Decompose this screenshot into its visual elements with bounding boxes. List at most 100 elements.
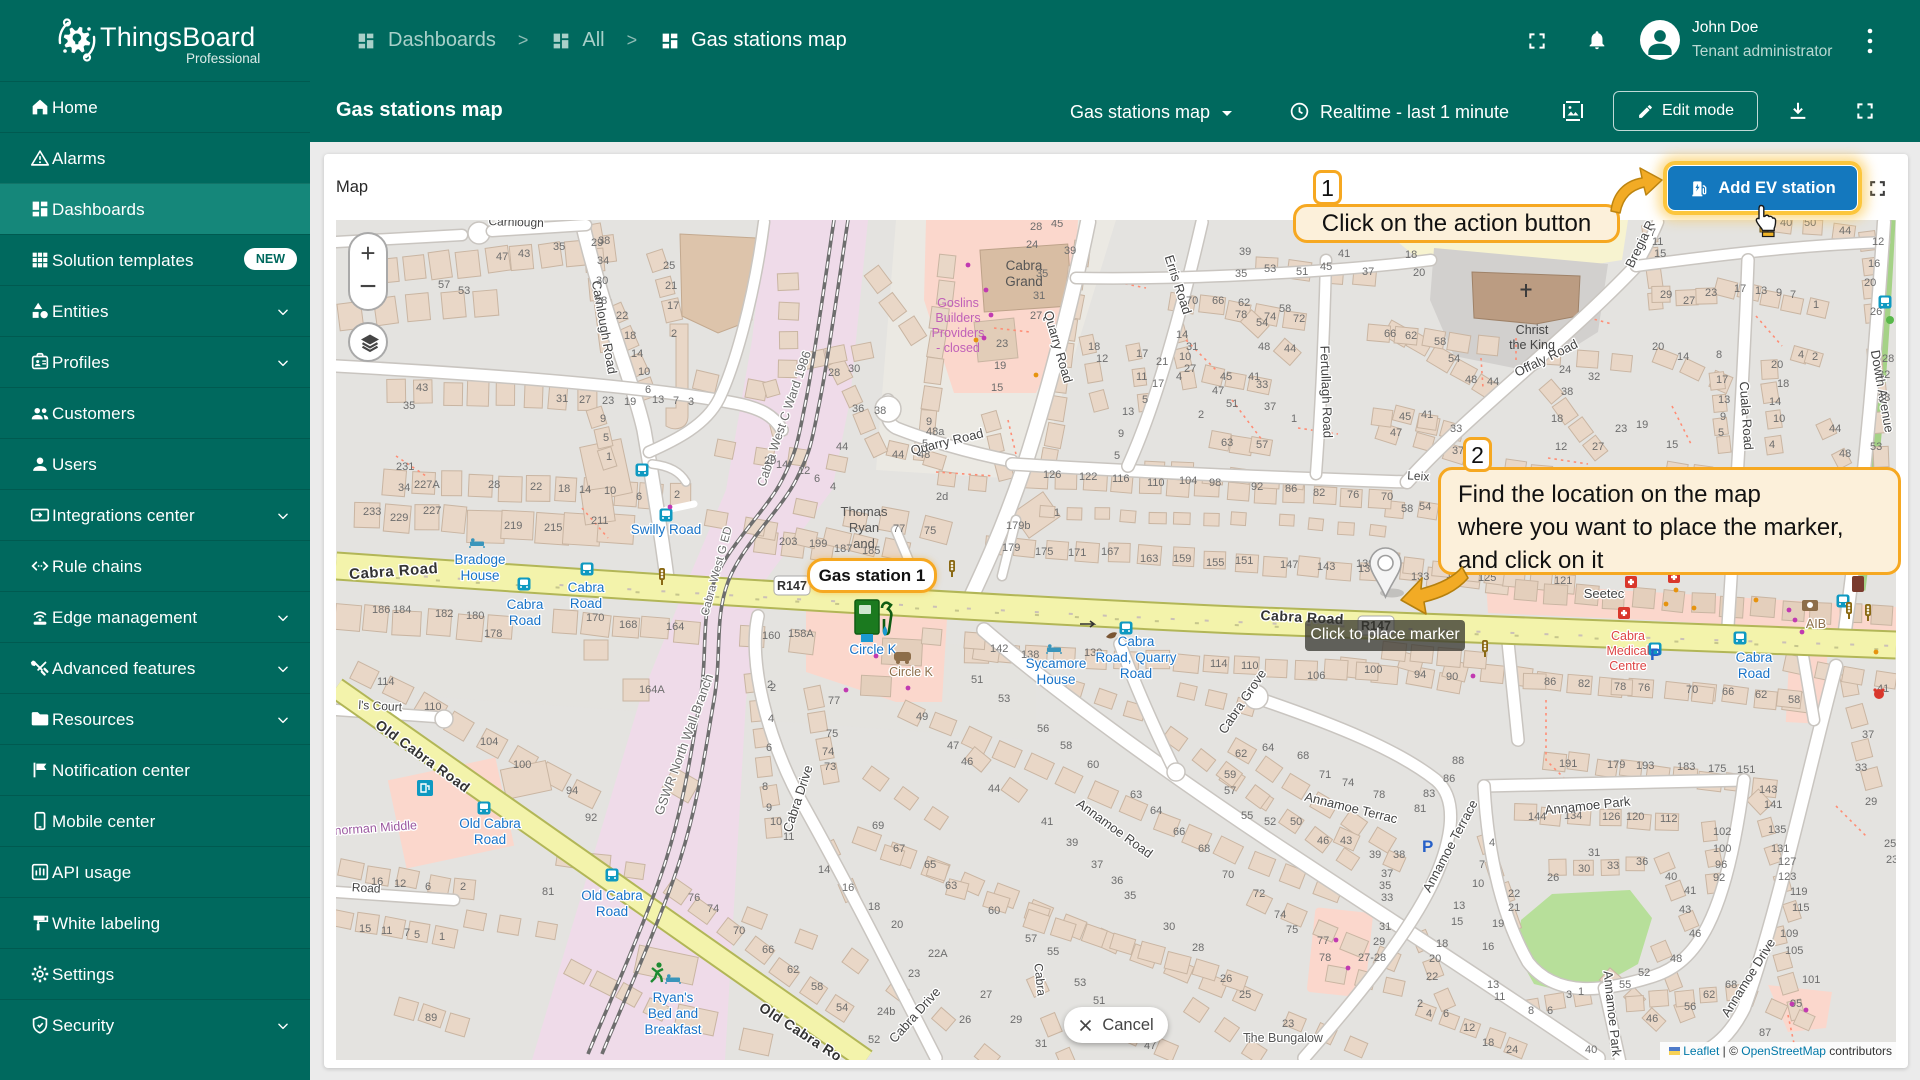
svg-text:46: 46 [961,756,973,768]
svg-text:AIB: AIB [1806,617,1826,631]
svg-text:6: 6 [766,742,772,754]
svg-text:27-28: 27-28 [1358,952,1386,964]
svg-text:20: 20 [891,919,903,931]
svg-text:7: 7 [404,927,410,939]
svg-text:77: 77 [1317,935,1329,947]
svg-text:23: 23 [1705,287,1717,299]
svg-text:Thomas: Thomas [841,504,888,519]
svg-text:56: 56 [1684,1001,1696,1013]
svg-text:- closed: - closed [936,341,980,355]
svg-text:Grand: Grand [1005,274,1043,289]
svg-text:38: 38 [1393,849,1405,861]
svg-text:37: 37 [1381,868,1393,880]
svg-text:58: 58 [811,981,823,993]
svg-text:94: 94 [566,785,578,797]
svg-text:48: 48 [918,449,930,461]
svg-text:102: 102 [1713,826,1731,838]
svg-text:10: 10 [638,366,650,378]
svg-text:54: 54 [1419,501,1431,513]
svg-text:23: 23 [1886,854,1896,866]
svg-text:64: 64 [1150,805,1162,817]
svg-text:88: 88 [1452,755,1464,767]
svg-text:29: 29 [1010,1014,1022,1026]
svg-text:48a: 48a [926,426,945,438]
svg-text:19: 19 [1492,918,1504,930]
svg-text:89: 89 [425,1012,437,1024]
svg-text:44: 44 [892,449,904,461]
svg-text:5: 5 [414,929,420,941]
svg-text:116: 116 [1112,473,1130,485]
svg-text:2: 2 [460,881,466,893]
svg-text:13: 13 [1718,394,1730,406]
svg-text:13: 13 [652,394,664,406]
svg-text:8: 8 [1528,1005,1534,1017]
svg-text:62: 62 [787,964,799,976]
svg-text:123: 123 [1778,871,1796,883]
svg-text:155: 155 [1206,557,1224,569]
svg-text:72: 72 [1253,888,1265,900]
svg-text:58: 58 [1434,336,1446,348]
svg-text:Road: Road [1738,666,1770,681]
svg-text:Road: Road [596,904,628,919]
svg-text:109: 109 [1780,928,1798,940]
svg-text:35: 35 [1379,880,1391,892]
svg-text:33: 33 [1381,892,1393,904]
svg-text:144: 144 [1528,811,1546,823]
svg-text:94: 94 [1414,669,1426,681]
svg-text:76: 76 [1347,489,1359,501]
svg-text:62: 62 [1235,748,1247,760]
svg-text:18: 18 [868,901,880,913]
svg-text:48: 48 [1839,448,1851,460]
svg-text:17: 17 [667,300,679,312]
svg-text:55: 55 [1241,810,1253,822]
svg-text:53: 53 [1870,441,1882,453]
svg-text:76: 76 [1638,682,1650,694]
svg-text:Old Cabra: Old Cabra [459,816,521,831]
svg-text:Circle K: Circle K [849,642,896,657]
svg-text:1: 1 [1054,507,1060,519]
svg-text:112: 112 [1660,813,1678,825]
svg-text:Bed and: Bed and [648,1006,698,1021]
svg-text:15: 15 [1451,916,1463,928]
svg-text:25: 25 [1239,989,1251,1001]
svg-text:47: 47 [496,251,508,263]
svg-text:14: 14 [1769,396,1781,408]
svg-text:15: 15 [359,923,371,935]
svg-text:Seetec: Seetec [1584,586,1625,601]
svg-text:6: 6 [1443,1008,1449,1020]
svg-text:31: 31 [556,393,568,405]
svg-text:58: 58 [1788,694,1800,706]
svg-text:Road, Quarry: Road, Quarry [1095,650,1176,665]
svg-text:17: 17 [1734,283,1746,295]
svg-text:70: 70 [1186,295,1198,307]
svg-text:110: 110 [1241,660,1259,672]
svg-text:27: 27 [980,989,992,1001]
svg-text:28: 28 [1030,221,1042,233]
svg-text:22: 22 [1508,888,1520,900]
svg-text:186: 186 [372,604,390,616]
svg-text:45: 45 [1220,371,1232,383]
svg-text:77: 77 [893,523,905,535]
svg-text:44: 44 [836,441,848,453]
svg-text:3: 3 [688,396,694,408]
svg-text:Cabra: Cabra [1118,634,1155,649]
svg-text:183: 183 [1677,761,1695,773]
svg-text:22: 22 [1426,971,1438,983]
svg-text:39: 39 [1239,246,1251,258]
svg-text:2: 2 [674,489,680,501]
svg-text:76: 76 [688,892,700,904]
svg-text:2: 2 [1198,409,1204,421]
svg-text:135: 135 [1768,824,1786,836]
svg-text:45: 45 [1051,220,1063,230]
svg-text:36: 36 [1636,856,1648,868]
svg-text:14: 14 [776,459,788,471]
svg-text:33: 33 [1607,860,1619,872]
svg-text:142: 142 [990,643,1008,655]
svg-text:28: 28 [595,295,607,307]
svg-text:20: 20 [1652,341,1664,353]
svg-text:211: 211 [591,515,609,527]
svg-text:92: 92 [585,812,597,824]
svg-text:53: 53 [458,285,470,297]
svg-text:143: 143 [1317,561,1335,573]
svg-text:86: 86 [1443,773,1455,785]
